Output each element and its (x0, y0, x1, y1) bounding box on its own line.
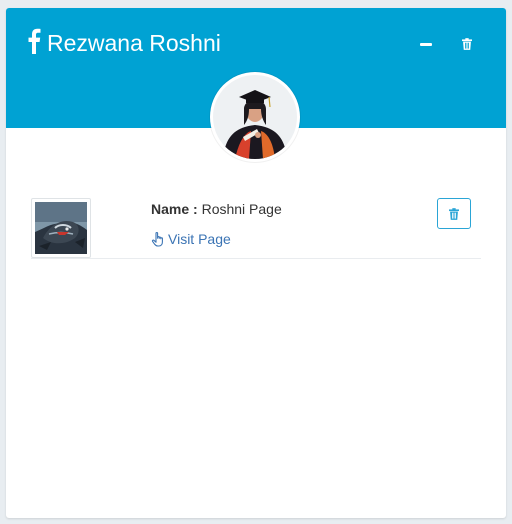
hand-pointer-icon (151, 231, 163, 247)
bird-artwork (35, 202, 87, 254)
trash-icon (462, 38, 472, 50)
delete-page-button[interactable] (437, 198, 471, 229)
visit-page-link[interactable]: Visit Page (151, 231, 231, 247)
page-name-key: Name : (151, 201, 198, 217)
trash-icon (449, 207, 459, 220)
facebook-profile-card: Rezwana Roshni Name: Roshni Page Visit … (6, 8, 506, 518)
facebook-icon (28, 28, 41, 54)
page-name-value: Roshni Page (201, 201, 282, 217)
profile-avatar (210, 72, 300, 162)
visit-page-label: Visit Page (168, 231, 231, 247)
delete-profile-button[interactable] (457, 34, 477, 54)
minimize-icon (420, 42, 432, 46)
page-name: Name : Roshni Page (151, 201, 282, 217)
page-thumbnail (31, 198, 91, 258)
minimize-button[interactable] (416, 34, 436, 54)
list-item: Name : Roshni Page Visit Page (31, 194, 481, 259)
profile-name-title: Rezwana Roshni (47, 30, 221, 56)
graduation-photo (213, 75, 297, 159)
